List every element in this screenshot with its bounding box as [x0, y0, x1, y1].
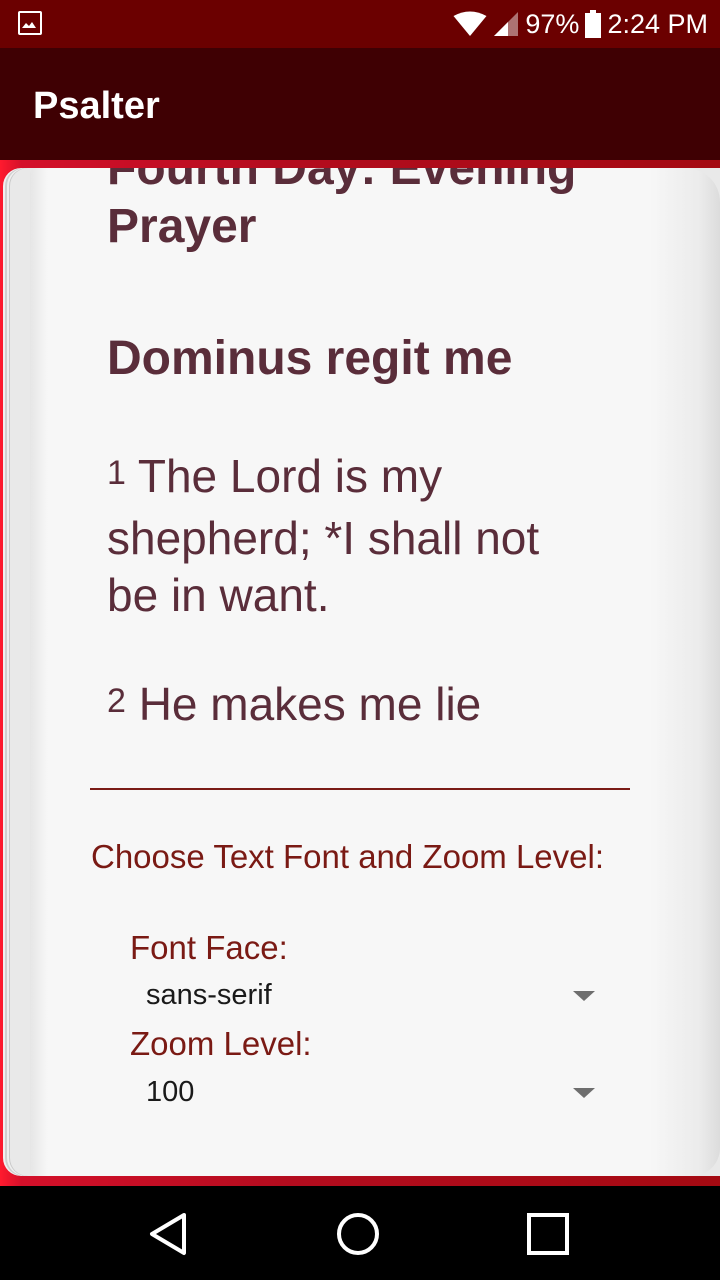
dropdown-arrow-icon: [573, 991, 595, 1001]
battery-percent: 97%: [525, 8, 580, 39]
recents-icon: [527, 1213, 569, 1255]
home-button[interactable]: [299, 1186, 419, 1280]
settings-heading: Choose Text Font and Zoom Level:: [91, 838, 605, 875]
verse-number: 1: [107, 454, 126, 492]
divider: [90, 788, 630, 790]
psalm-reader[interactable]: Fourth Day: Evening Prayer Dominus regit…: [107, 168, 667, 748]
app-title: Psalter: [33, 85, 160, 127]
image-notification-icon: [18, 11, 42, 35]
zoom-level-select[interactable]: 100: [146, 1067, 598, 1117]
day-title: Fourth Day: Evening Prayer: [107, 168, 577, 253]
home-icon: [337, 1213, 379, 1255]
verse-text: He makes me lie down in green pastures: [107, 678, 482, 748]
verse-number: 2: [107, 682, 126, 720]
psalm-title: Dominus regit me: [107, 332, 513, 385]
navigation-bar: [0, 1186, 720, 1280]
book-page[interactable]: Fourth Day: Evening Prayer Dominus regit…: [30, 168, 720, 1176]
recents-button[interactable]: [489, 1186, 609, 1280]
cell-signal-icon: [494, 12, 519, 36]
status-bar: 97% 2:24 PM: [0, 0, 720, 48]
battery-icon: [585, 10, 602, 38]
clock: 2:24 PM: [607, 8, 708, 39]
zoom-level-value: 100: [146, 1076, 195, 1108]
wifi-icon: [453, 11, 487, 36]
font-face-value: sans-serif: [146, 979, 272, 1011]
back-icon: [150, 1213, 186, 1255]
verse: 1 The Lord is my shepherd; *I shall not …: [107, 448, 577, 624]
font-face-label: Font Face:: [130, 929, 288, 966]
verse-text: The Lord is my shepherd; *I shall not be…: [107, 450, 540, 621]
font-face-select[interactable]: sans-serif: [146, 970, 598, 1020]
verse: 2 He makes me lie down in green pastures: [107, 676, 577, 748]
dropdown-arrow-icon: [573, 1088, 595, 1098]
back-button[interactable]: [110, 1186, 230, 1280]
status-icons: 97% 2:24 PM: [453, 0, 708, 48]
zoom-level-label: Zoom Level:: [130, 1025, 312, 1062]
